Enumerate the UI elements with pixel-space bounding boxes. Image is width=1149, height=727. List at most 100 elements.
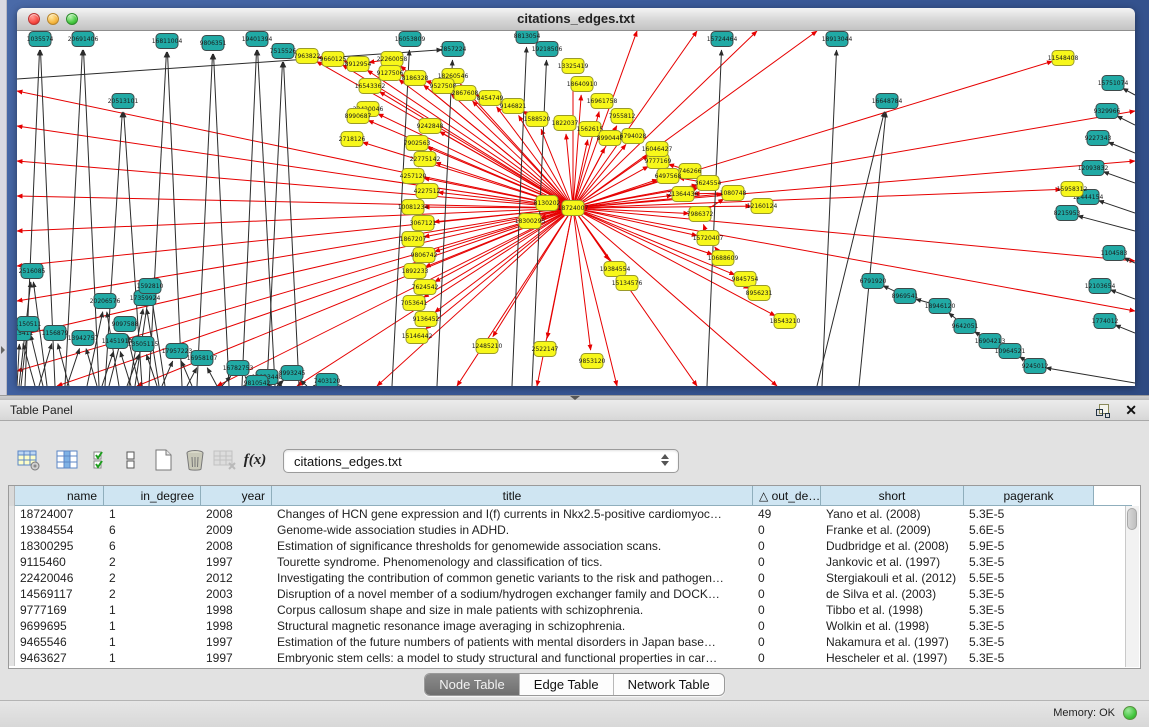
delete-column-button[interactable] [180, 445, 210, 475]
graph-node[interactable]: 8912954 [345, 57, 372, 72]
table-cell[interactable]: 0 [753, 634, 821, 650]
function-builder-button[interactable]: f(x) [240, 445, 270, 475]
graph-node[interactable]: 9845754 [732, 272, 759, 287]
table-cell[interactable]: 0 [753, 586, 821, 602]
citation-edge-black[interactable] [181, 361, 192, 386]
table-cell[interactable]: 22420046 [15, 570, 104, 586]
graph-node[interactable]: 4257120 [400, 169, 427, 184]
graph-node[interactable]: 7902563 [404, 136, 431, 151]
citation-edge-red[interactable] [573, 208, 749, 288]
graph-node[interactable]: 9245012 [1022, 359, 1049, 374]
table-cell[interactable]: 1 [104, 602, 201, 618]
table-cell[interactable]: 0 [753, 522, 821, 538]
tab-edge-table[interactable]: Edge Table [519, 674, 613, 695]
splitter-collapse-icon[interactable] [1, 346, 5, 354]
table-cell[interactable]: 2003 [201, 586, 272, 602]
graph-node[interactable]: 18946120 [925, 299, 956, 314]
table-cell[interactable]: 1997 [201, 650, 272, 666]
table-cell[interactable]: 9777169 [15, 602, 104, 618]
graph-node[interactable]: 9329966 [1094, 104, 1121, 119]
table-cell[interactable]: 19384554 [15, 522, 104, 538]
citation-edge-red[interactable] [425, 208, 573, 267]
graph-node[interactable]: 4227512 [414, 184, 441, 199]
graph-node[interactable]: 9097588 [112, 317, 139, 332]
graph-node[interactable]: 2516085 [19, 264, 46, 279]
graph-node[interactable]: 8990687 [345, 109, 372, 124]
graph-node[interactable]: 15134576 [612, 276, 643, 291]
table-cell[interactable]: 2 [104, 570, 201, 586]
graph-node[interactable]: 9242848 [417, 119, 444, 134]
graph-node[interactable]: 15751074 [1098, 76, 1129, 91]
table-cell[interactable]: 9465546 [15, 634, 104, 650]
tab-network-table[interactable]: Network Table [613, 674, 724, 695]
graph-node[interactable]: 3067121 [410, 216, 437, 231]
citation-edge-red[interactable] [17, 126, 573, 208]
table-cell[interactable]: 5.6E-5 [964, 522, 1094, 538]
graph-node[interactable]: 13505115 [128, 337, 159, 352]
close-panel-icon[interactable]: ✕ [1125, 402, 1137, 418]
citation-edge-black[interactable] [242, 50, 257, 386]
table-cell[interactable]: 5.9E-5 [964, 538, 1094, 554]
graph-node[interactable]: 18913044 [822, 32, 853, 47]
table-body[interactable]: 1872400712008Changes of HCN gene express… [9, 506, 1126, 668]
citation-edge-black[interactable] [207, 368, 217, 386]
graph-node[interactable]: 8813054 [514, 31, 541, 44]
table-cell[interactable]: Embryonic stem cells: a model to study s… [272, 650, 753, 666]
citation-edge-red[interactable] [426, 208, 573, 329]
graph-node[interactable]: 18543210 [770, 314, 801, 329]
table-cell[interactable]: 5.3E-5 [964, 618, 1094, 634]
table-cell[interactable]: Estimation of the future numbers of pati… [272, 634, 753, 650]
graph-node[interactable]: 15720407 [693, 231, 724, 246]
table-cell[interactable]: 2 [104, 554, 201, 570]
citation-edge-black[interactable] [1103, 172, 1135, 183]
table-cell[interactable]: Tourette syndrome. Phenomenology and cla… [272, 554, 753, 570]
graph-node[interactable]: 2718126 [339, 132, 366, 147]
table-cell[interactable]: 0 [753, 554, 821, 570]
graph-node[interactable]: 7515526 [270, 44, 297, 59]
graph-node[interactable]: 11548408 [1048, 51, 1079, 66]
citation-edge-red[interactable] [17, 91, 573, 208]
citation-edge-black[interactable] [1046, 368, 1135, 383]
graph-node[interactable]: 8993245 [279, 366, 306, 381]
table-row[interactable]: 1872400712008Changes of HCN gene express… [9, 506, 1126, 522]
graph-node[interactable]: 8215953 [1054, 206, 1081, 221]
graph-node[interactable]: 18640910 [567, 77, 598, 92]
citation-edge-black[interactable] [1115, 325, 1135, 333]
graph-node[interactable]: 20206576 [90, 294, 121, 309]
citation-edge-black[interactable] [17, 344, 19, 386]
column-header-3[interactable]: title [272, 486, 753, 506]
graph-node[interactable]: 21364436 [668, 187, 699, 202]
citation-edge-black[interactable] [1117, 116, 1135, 125]
graph-node[interactable]: 12485210 [472, 339, 503, 354]
table-cell[interactable]: Structural magnetic resonance image aver… [272, 618, 753, 634]
table-cell[interactable]: Wolkin et al. (1998) [821, 618, 964, 634]
citation-edge-black[interactable] [1108, 142, 1135, 153]
graph-node[interactable]: 8186328 [402, 71, 429, 86]
column-header-2[interactable]: year [201, 486, 272, 506]
table-row[interactable]: 911546021997Tourette syndrome. Phenomeno… [9, 554, 1126, 570]
table-cell[interactable]: 14569117 [15, 586, 104, 602]
table-row[interactable]: 1938455462009Genome-wide association stu… [9, 522, 1126, 538]
citation-edge-black[interactable] [1110, 290, 1135, 299]
graph-node[interactable]: 7053641 [401, 296, 428, 311]
graph-node[interactable]: 9227343 [1085, 131, 1112, 146]
graph-node[interactable]: 6497568 [655, 169, 682, 184]
table-cell[interactable]: Corpus callosum shape and size in male p… [272, 602, 753, 618]
graph-node[interactable]: 15724464 [707, 32, 738, 47]
citation-edge-black[interactable] [214, 54, 229, 386]
graph-node[interactable]: 6794028 [620, 129, 647, 144]
table-cell[interactable]: 2008 [201, 506, 272, 522]
table-cell[interactable]: 1997 [201, 554, 272, 570]
graph-node[interactable]: 7624542 [412, 280, 439, 295]
scrollbar-thumb[interactable] [1127, 508, 1137, 530]
graph-node[interactable]: 12160124 [747, 199, 778, 214]
table-cell[interactable]: de Silva et al. (2003) [821, 586, 964, 602]
node-table[interactable]: namein_degreeyeartitle△ out_de…shortpage… [8, 485, 1141, 669]
new-column-button[interactable] [148, 445, 178, 475]
graph-node[interactable]: 9853120 [579, 354, 606, 369]
table-cell[interactable]: Estimation of significance thresholds fo… [272, 538, 753, 554]
graph-node[interactable]: 1035574 [27, 32, 54, 47]
citation-edge-black[interactable] [197, 54, 212, 386]
network-canvas[interactable]: 1872400779638229660125891295422260058912… [17, 31, 1135, 386]
table-cell[interactable]: Yano et al. (2008) [821, 506, 964, 522]
